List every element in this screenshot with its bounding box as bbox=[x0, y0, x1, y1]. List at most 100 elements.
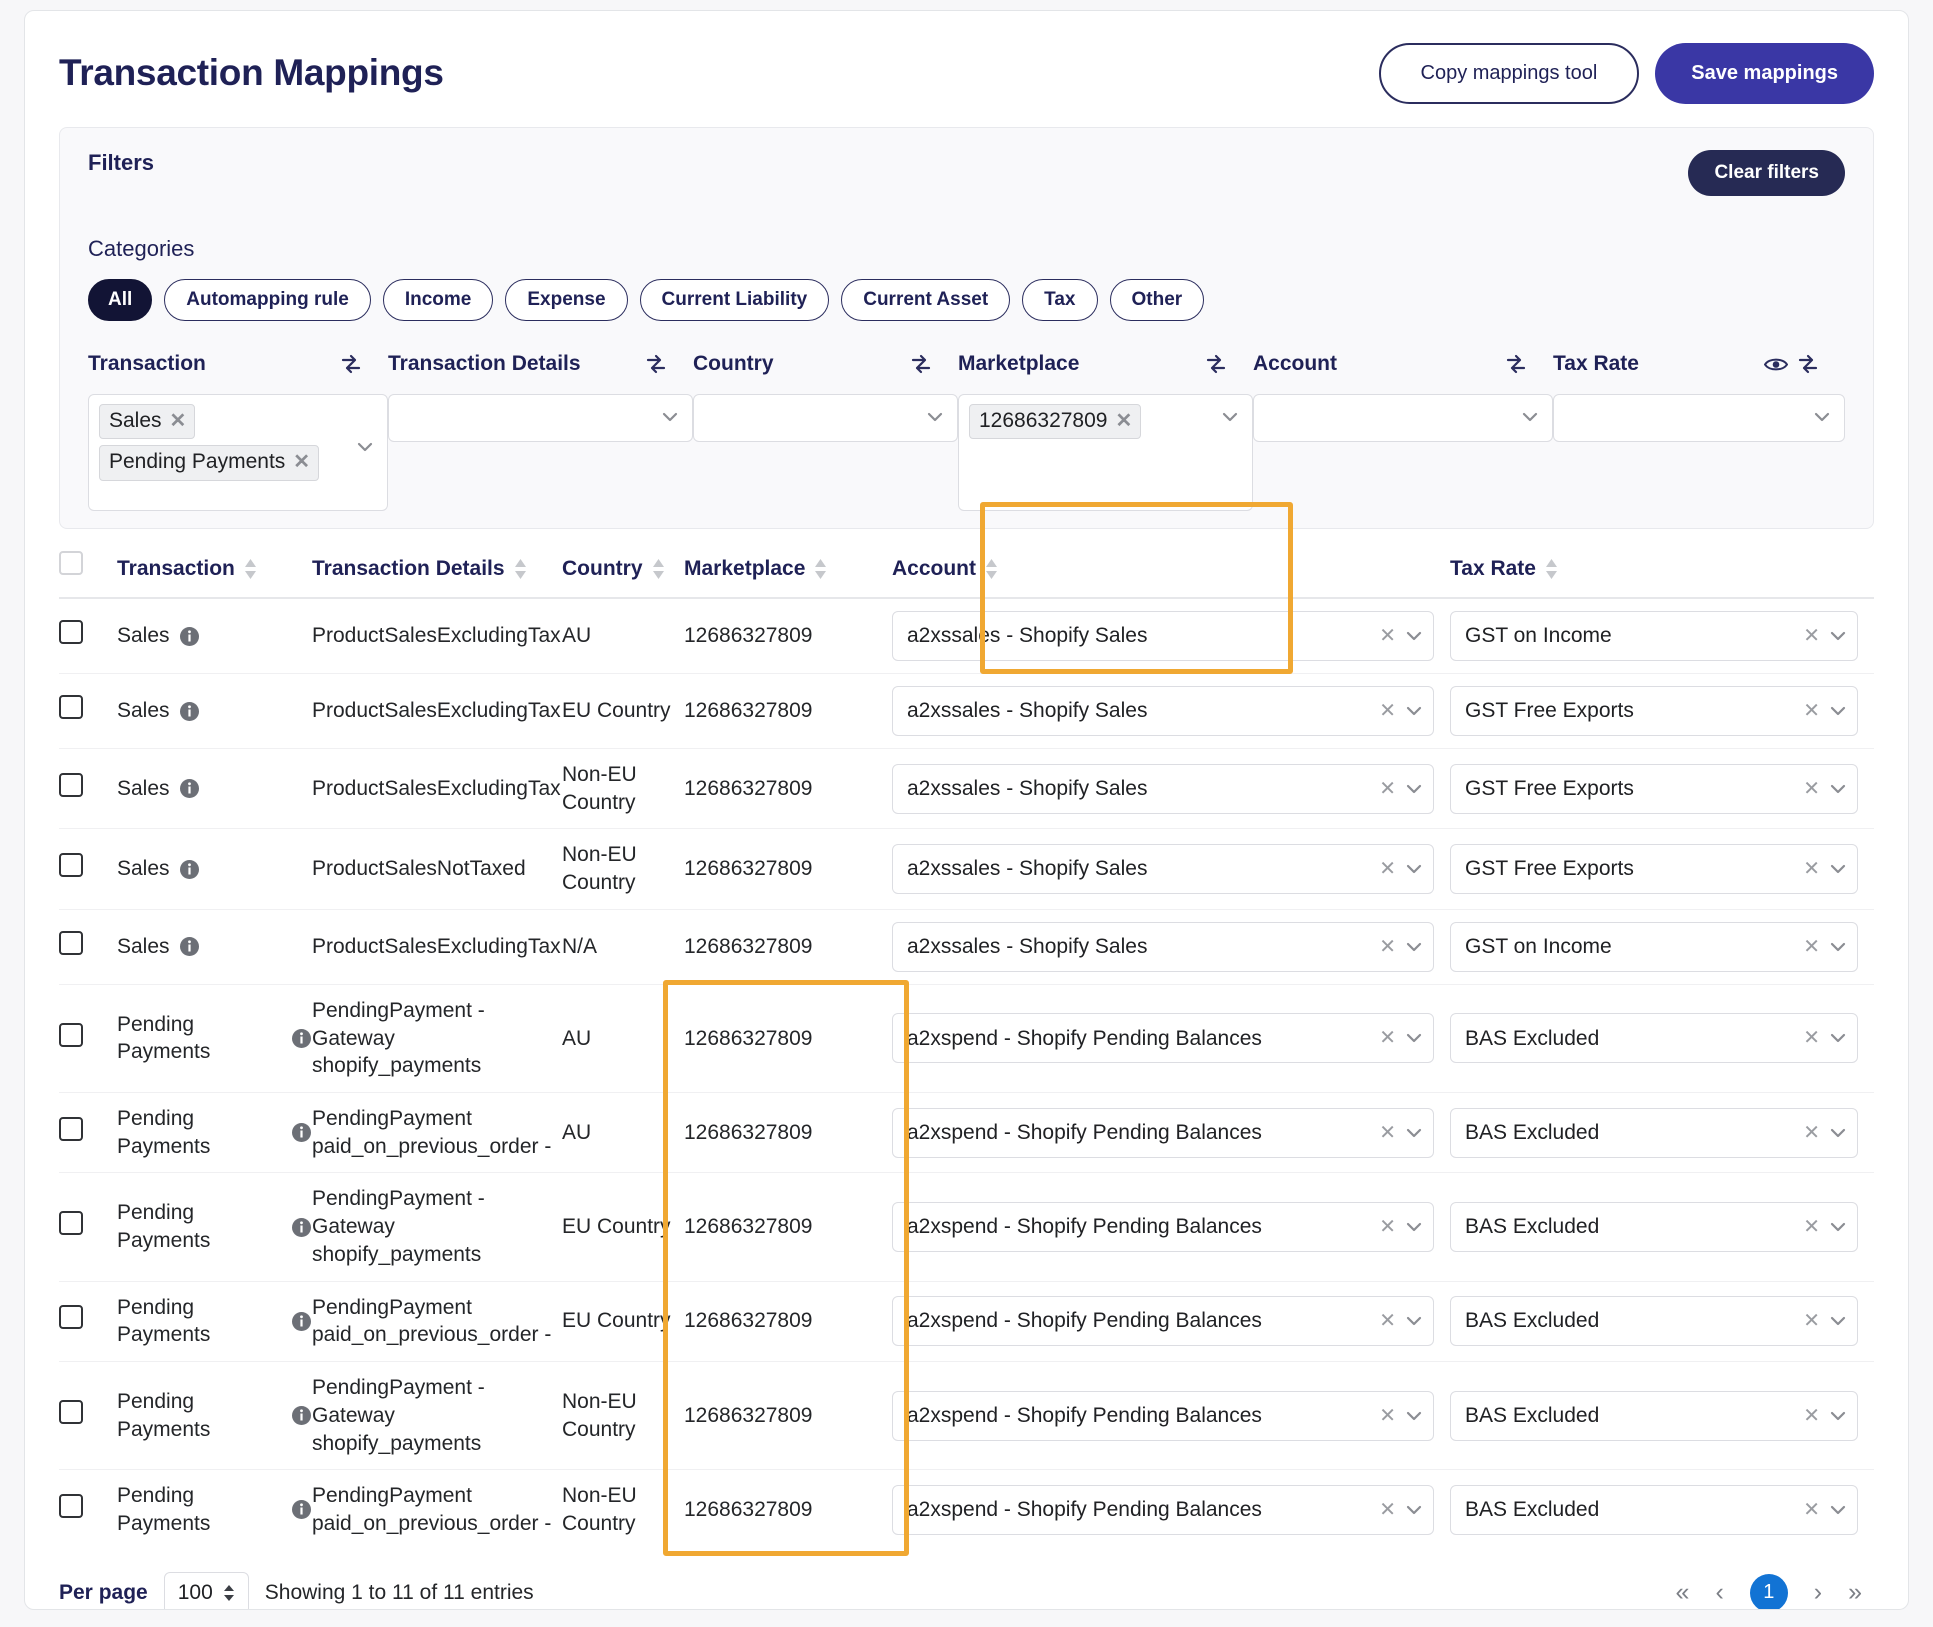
save-mappings-button-top[interactable]: Save mappings bbox=[1655, 43, 1874, 104]
chevron-down-icon[interactable] bbox=[1406, 1125, 1422, 1141]
filter-select-tax-rate[interactable] bbox=[1553, 394, 1845, 442]
row-checkbox[interactable] bbox=[59, 1117, 83, 1141]
tax-rate-clear-icon[interactable]: ✕ bbox=[1803, 1500, 1820, 1520]
tax-rate-select[interactable]: BAS Excluded✕ bbox=[1450, 1296, 1858, 1346]
tax-rate-clear-icon[interactable]: ✕ bbox=[1803, 626, 1820, 646]
swap-icon[interactable] bbox=[340, 353, 362, 375]
account-clear-icon[interactable]: ✕ bbox=[1379, 701, 1396, 721]
row-checkbox[interactable] bbox=[59, 853, 83, 877]
account-select[interactable]: a2xspend - Shopify Pending Balances✕ bbox=[892, 1013, 1434, 1063]
row-checkbox[interactable] bbox=[59, 1211, 83, 1235]
info-icon[interactable] bbox=[179, 778, 200, 799]
chevron-down-icon[interactable] bbox=[1830, 628, 1846, 644]
tax-rate-clear-icon[interactable]: ✕ bbox=[1803, 1123, 1820, 1143]
clear-filters-button[interactable]: Clear filters bbox=[1688, 150, 1845, 196]
chevron-down-icon[interactable] bbox=[1830, 1125, 1846, 1141]
chevron-down-icon[interactable] bbox=[1830, 1408, 1846, 1424]
tax-rate-select[interactable]: BAS Excluded✕ bbox=[1450, 1013, 1858, 1063]
account-select[interactable]: a2xssales - Shopify Sales✕ bbox=[892, 686, 1434, 736]
chevron-down-icon[interactable] bbox=[1830, 939, 1846, 955]
info-icon[interactable] bbox=[291, 1499, 312, 1520]
account-select[interactable]: a2xspend - Shopify Pending Balances✕ bbox=[892, 1391, 1434, 1441]
account-clear-icon[interactable]: ✕ bbox=[1379, 1500, 1396, 1520]
chevron-down-icon[interactable] bbox=[1406, 939, 1422, 955]
chevron-down-icon[interactable] bbox=[1406, 1030, 1422, 1046]
copy-mappings-tool-button[interactable]: Copy mappings tool bbox=[1379, 43, 1640, 104]
eye-icon[interactable] bbox=[1764, 356, 1788, 373]
tax-rate-select[interactable]: BAS Excluded✕ bbox=[1450, 1485, 1858, 1535]
row-checkbox[interactable] bbox=[59, 695, 83, 719]
category-pill-current-liability[interactable]: Current Liability bbox=[640, 279, 830, 321]
chevron-down-icon[interactable] bbox=[1830, 861, 1846, 877]
category-pill-current-asset[interactable]: Current Asset bbox=[841, 279, 1010, 321]
swap-icon[interactable] bbox=[645, 353, 667, 375]
row-checkbox[interactable] bbox=[59, 773, 83, 797]
chevron-down-icon[interactable] bbox=[1406, 1408, 1422, 1424]
sort-icon[interactable] bbox=[652, 559, 665, 579]
filter-select-transaction-details[interactable] bbox=[388, 394, 693, 442]
chevron-down-icon[interactable] bbox=[1406, 781, 1422, 797]
tax-rate-select[interactable]: BAS Excluded✕ bbox=[1450, 1202, 1858, 1252]
account-select[interactable]: a2xspend - Shopify Pending Balances✕ bbox=[892, 1108, 1434, 1158]
row-checkbox[interactable] bbox=[59, 931, 83, 955]
tax-rate-select[interactable]: GST on Income✕ bbox=[1450, 922, 1858, 972]
account-select[interactable]: a2xspend - Shopify Pending Balances✕ bbox=[892, 1485, 1434, 1535]
category-pill-income[interactable]: Income bbox=[383, 279, 494, 321]
chevron-down-icon[interactable] bbox=[1406, 628, 1422, 644]
account-clear-icon[interactable]: ✕ bbox=[1379, 859, 1396, 879]
th-transaction[interactable]: Transaction bbox=[117, 551, 312, 598]
category-pill-tax[interactable]: Tax bbox=[1022, 279, 1097, 321]
filter-tag[interactable]: Sales✕ bbox=[99, 404, 195, 439]
pagination-next[interactable]: › bbox=[1814, 1580, 1822, 1605]
account-clear-icon[interactable]: ✕ bbox=[1379, 779, 1396, 799]
chevron-down-icon[interactable] bbox=[1406, 861, 1422, 877]
chevron-down-icon[interactable] bbox=[1222, 409, 1238, 425]
chevron-down-icon[interactable] bbox=[357, 439, 373, 455]
account-clear-icon[interactable]: ✕ bbox=[1379, 626, 1396, 646]
account-clear-icon[interactable]: ✕ bbox=[1379, 1028, 1396, 1048]
chevron-down-icon[interactable] bbox=[1830, 703, 1846, 719]
row-checkbox[interactable] bbox=[59, 620, 83, 644]
filter-tag-remove-icon[interactable]: ✕ bbox=[1115, 409, 1132, 434]
tax-rate-select[interactable]: GST Free Exports✕ bbox=[1450, 686, 1858, 736]
account-clear-icon[interactable]: ✕ bbox=[1379, 1123, 1396, 1143]
pagination-first[interactable]: « bbox=[1676, 1580, 1690, 1605]
chevron-down-icon[interactable] bbox=[1830, 1502, 1846, 1518]
tax-rate-clear-icon[interactable]: ✕ bbox=[1803, 1406, 1820, 1426]
filter-tag-remove-icon[interactable]: ✕ bbox=[170, 409, 187, 434]
account-clear-icon[interactable]: ✕ bbox=[1379, 937, 1396, 957]
row-checkbox[interactable] bbox=[59, 1400, 83, 1424]
category-pill-other[interactable]: Other bbox=[1110, 279, 1205, 321]
row-checkbox[interactable] bbox=[59, 1494, 83, 1518]
chevron-down-icon[interactable] bbox=[1406, 1313, 1422, 1329]
filter-tag[interactable]: Pending Payments✕ bbox=[99, 445, 319, 480]
chevron-down-icon[interactable] bbox=[1830, 1313, 1846, 1329]
select-all-checkbox[interactable] bbox=[59, 551, 83, 575]
filter-tag[interactable]: 12686327809✕ bbox=[969, 404, 1141, 439]
sort-icon[interactable] bbox=[814, 559, 827, 579]
info-icon[interactable] bbox=[179, 701, 200, 722]
chevron-down-icon[interactable] bbox=[1830, 781, 1846, 797]
category-pill-expense[interactable]: Expense bbox=[505, 279, 627, 321]
tax-rate-clear-icon[interactable]: ✕ bbox=[1803, 937, 1820, 957]
account-clear-icon[interactable]: ✕ bbox=[1379, 1406, 1396, 1426]
tax-rate-clear-icon[interactable]: ✕ bbox=[1803, 1217, 1820, 1237]
th-transaction-details[interactable]: Transaction Details bbox=[312, 551, 562, 598]
info-icon[interactable] bbox=[291, 1311, 312, 1332]
tax-rate-select[interactable]: GST Free Exports✕ bbox=[1450, 844, 1858, 894]
chevron-down-icon[interactable] bbox=[1830, 1219, 1846, 1235]
tax-rate-select[interactable]: BAS Excluded✕ bbox=[1450, 1108, 1858, 1158]
account-select[interactable]: a2xssales - Shopify Sales✕ bbox=[892, 922, 1434, 972]
info-icon[interactable] bbox=[291, 1405, 312, 1426]
per-page-stepper[interactable]: 100 bbox=[164, 1572, 249, 1610]
sort-icon[interactable] bbox=[514, 559, 527, 579]
tax-rate-clear-icon[interactable]: ✕ bbox=[1803, 1311, 1820, 1331]
th-account[interactable]: Account bbox=[892, 551, 1450, 598]
category-pill-automapping-rule[interactable]: Automapping rule bbox=[164, 279, 371, 321]
th-marketplace[interactable]: Marketplace bbox=[684, 551, 892, 598]
info-icon[interactable] bbox=[179, 626, 200, 647]
account-select[interactable]: a2xspend - Shopify Pending Balances✕ bbox=[892, 1296, 1434, 1346]
sort-icon[interactable] bbox=[244, 559, 257, 579]
swap-icon[interactable] bbox=[1205, 353, 1227, 375]
info-icon[interactable] bbox=[291, 1122, 312, 1143]
